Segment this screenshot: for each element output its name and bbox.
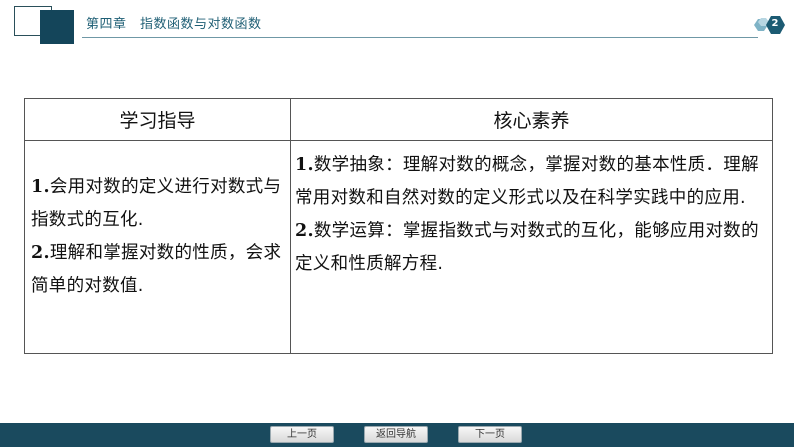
literacy-item-1-number: 1. bbox=[295, 155, 314, 175]
literacy-item-2-number: 2. bbox=[295, 221, 314, 241]
literacy-item-2-text: 数学运算：掌握指数式与对数式的互化，能够应用对数的定义和性质解方程. bbox=[295, 221, 759, 274]
literacy-cell: 1.数学抽象：理解对数的概念，掌握对数的基本性质．理解常用对数和自然对数的定义形… bbox=[291, 141, 772, 353]
literacy-text: 1.数学抽象：理解对数的概念，掌握对数的基本性质．理解常用对数和自然对数的定义形… bbox=[295, 149, 771, 281]
guide-cell: 1.会用对数的定义进行对数式与指数式的互化. 2.理解和掌握对数的性质，会求简单… bbox=[25, 141, 291, 353]
next-page-button[interactable]: 下一页 bbox=[458, 426, 522, 443]
guide-item-1-number: 1. bbox=[31, 177, 50, 197]
guide-text: 1.会用对数的定义进行对数式与指数式的互化. 2.理解和掌握对数的性质，会求简单… bbox=[31, 171, 287, 303]
header-decor-block bbox=[40, 10, 74, 44]
guide-item-2-number: 2. bbox=[31, 243, 50, 263]
chapter-title: 第四章 指数函数与对数函数 bbox=[86, 17, 262, 32]
home-nav-button[interactable]: 返回导航 bbox=[364, 426, 428, 443]
guide-item-1-text: 会用对数的定义进行对数式与指数式的互化. bbox=[31, 177, 282, 230]
guide-item-2: 2.理解和掌握对数的性质，会求简单的对数值. bbox=[31, 237, 287, 303]
page-number: 2 bbox=[771, 18, 779, 29]
column-header-guide: 学习指导 bbox=[25, 99, 291, 141]
guide-item-2-text: 理解和掌握对数的性质，会求简单的对数值. bbox=[31, 243, 282, 296]
literacy-item-1: 1.数学抽象：理解对数的概念，掌握对数的基本性质．理解常用对数和自然对数的定义形… bbox=[295, 149, 771, 215]
slide-page: 第四章 指数函数与对数函数 2 学习指导 核心素养 1.会用对数的定义进行对数式… bbox=[0, 0, 794, 447]
literacy-item-1-text: 数学抽象：理解对数的概念，掌握对数的基本性质．理解常用对数和自然对数的定义形式以… bbox=[295, 155, 759, 208]
literacy-item-2: 2.数学运算：掌握指数式与对数式的互化，能够应用对数的定义和性质解方程. bbox=[295, 215, 771, 281]
prev-page-button[interactable]: 上一页 bbox=[270, 426, 334, 443]
column-header-literacy: 核心素养 bbox=[291, 99, 772, 141]
guide-item-1: 1.会用对数的定义进行对数式与指数式的互化. bbox=[31, 171, 287, 237]
header-divider bbox=[82, 37, 758, 38]
content-table: 学习指导 核心素养 1.会用对数的定义进行对数式与指数式的互化. 2.理解和掌握… bbox=[24, 98, 773, 354]
